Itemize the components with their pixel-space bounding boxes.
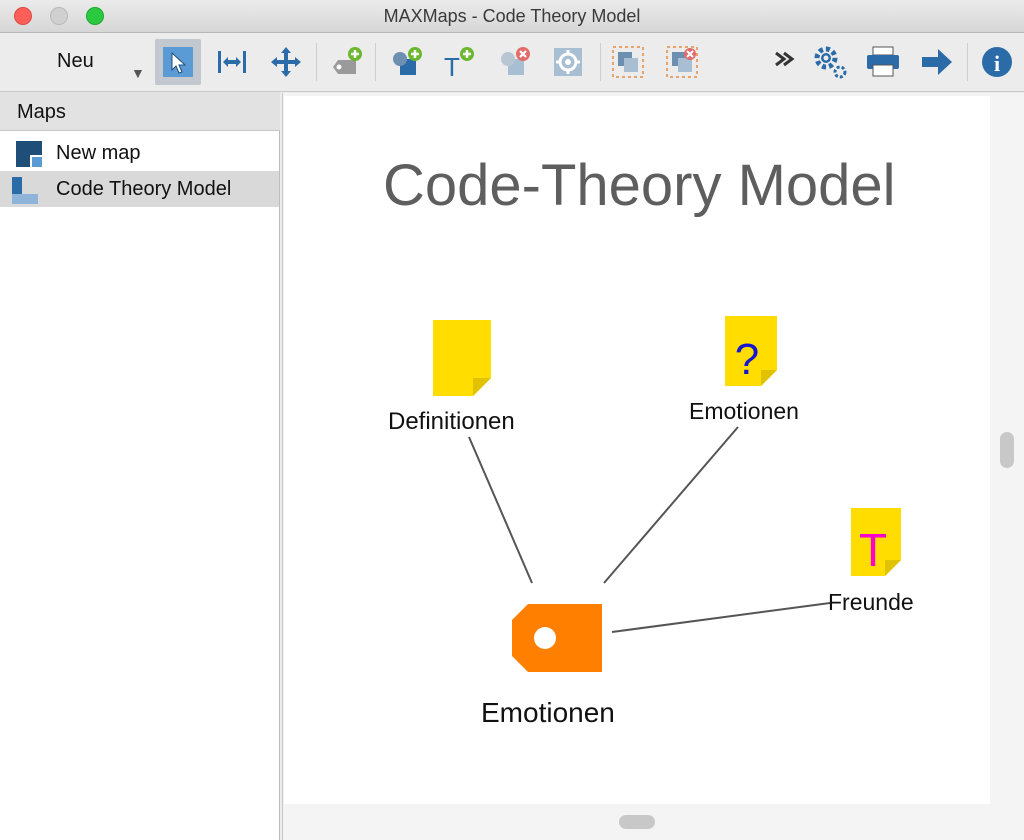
- memo-icon[interactable]: [433, 320, 491, 396]
- node-label-definitionen[interactable]: Definitionen: [388, 408, 515, 436]
- node-label-freunde[interactable]: Freunde: [828, 589, 914, 616]
- link-emotionen-definitionen[interactable]: [468, 436, 533, 584]
- theory-glyph: T: [859, 524, 887, 576]
- link-emotionen-freunde[interactable]: [611, 602, 831, 633]
- node-label-emotionen-question[interactable]: Emotionen: [689, 398, 799, 425]
- link-emotionen-question[interactable]: [603, 426, 739, 584]
- question-glyph: ?: [735, 335, 759, 384]
- code-tag-icon[interactable]: [512, 604, 604, 672]
- theory-memo-icon[interactable]: T: [851, 508, 901, 576]
- node-label-emotionen-code[interactable]: Emotionen: [481, 697, 615, 729]
- question-memo-icon[interactable]: ?: [725, 316, 777, 386]
